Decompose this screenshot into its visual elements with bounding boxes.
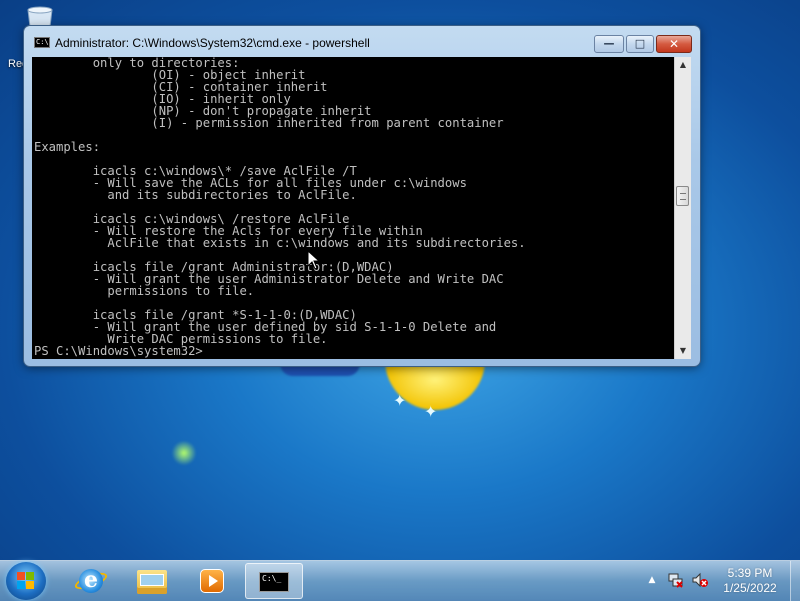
cmd-window-icon[interactable]: C:\ — [34, 37, 50, 48]
window-title: Administrator: C:\Windows\System32\cmd.e… — [55, 36, 370, 50]
console-scrollbar[interactable]: ▲ ▼ — [674, 57, 691, 359]
console-line: Examples: — [34, 140, 101, 154]
cmd-icon-text: C:\ — [36, 38, 49, 46]
console-line: and its subdirectories to AclFile. — [107, 188, 357, 202]
maximize-icon: □ — [634, 37, 646, 50]
start-button[interactable] — [6, 562, 46, 600]
volume-muted-icon[interactable] — [691, 571, 709, 589]
clock-time: 5:39 PM — [727, 566, 773, 580]
media-player-icon — [200, 569, 224, 593]
windows-flag-icon — [17, 572, 35, 590]
console-output[interactable]: only to directories: (OI) - object inher… — [32, 57, 674, 359]
taskbar-command-prompt[interactable]: C:\_ — [245, 563, 303, 599]
network-icon[interactable] — [667, 571, 685, 589]
clock-date: 1/25/2022 — [723, 581, 777, 595]
windows-explorer-icon — [137, 570, 167, 594]
close-button[interactable]: ✕ — [656, 35, 692, 53]
console-line: PS C:\Windows\system32> — [34, 344, 203, 358]
window-titlebar[interactable]: C:\ Administrator: C:\Windows\System32\c… — [24, 26, 700, 56]
scroll-thumb[interactable] — [676, 186, 689, 206]
cmd-taskbar-icon-text: C:\_ — [262, 574, 282, 583]
sparkle-icon: ✦ — [393, 391, 407, 410]
console-line: (I) - permission inherited from parent c… — [151, 116, 504, 130]
taskbar: C:\_ ▲ 5:39 PM 1/25/2022 — [0, 560, 800, 601]
windows-logo-green-part — [172, 440, 196, 466]
taskbar-internet-explorer[interactable] — [62, 563, 118, 599]
taskbar-media-player[interactable] — [184, 563, 240, 599]
taskbar-clock[interactable]: 5:39 PM 1/25/2022 — [718, 566, 782, 596]
close-icon: ✕ — [668, 37, 680, 51]
maximize-button[interactable]: □ — [626, 35, 654, 53]
internet-explorer-icon — [79, 567, 103, 593]
console-line: AclFile that exists in c:\windows and it… — [107, 236, 526, 250]
scroll-down-arrow-icon[interactable]: ▼ — [675, 343, 691, 359]
minimize-button[interactable]: — — [594, 35, 624, 53]
command-prompt-icon: C:\_ — [259, 572, 289, 592]
show-hidden-icons-arrow-icon[interactable]: ▲ — [643, 571, 661, 589]
show-desktop-button[interactable] — [790, 561, 800, 601]
sparkle-icon: ✦ — [424, 402, 438, 421]
cmd-window[interactable]: C:\ Administrator: C:\Windows\System32\c… — [24, 26, 700, 366]
minimize-icon: — — [603, 37, 615, 50]
taskbar-windows-explorer[interactable] — [123, 563, 179, 599]
console-line: permissions to file. — [107, 284, 255, 298]
console-text: only to directories: (OI) - object inher… — [32, 57, 674, 357]
scroll-up-arrow-icon[interactable]: ▲ — [675, 57, 691, 73]
